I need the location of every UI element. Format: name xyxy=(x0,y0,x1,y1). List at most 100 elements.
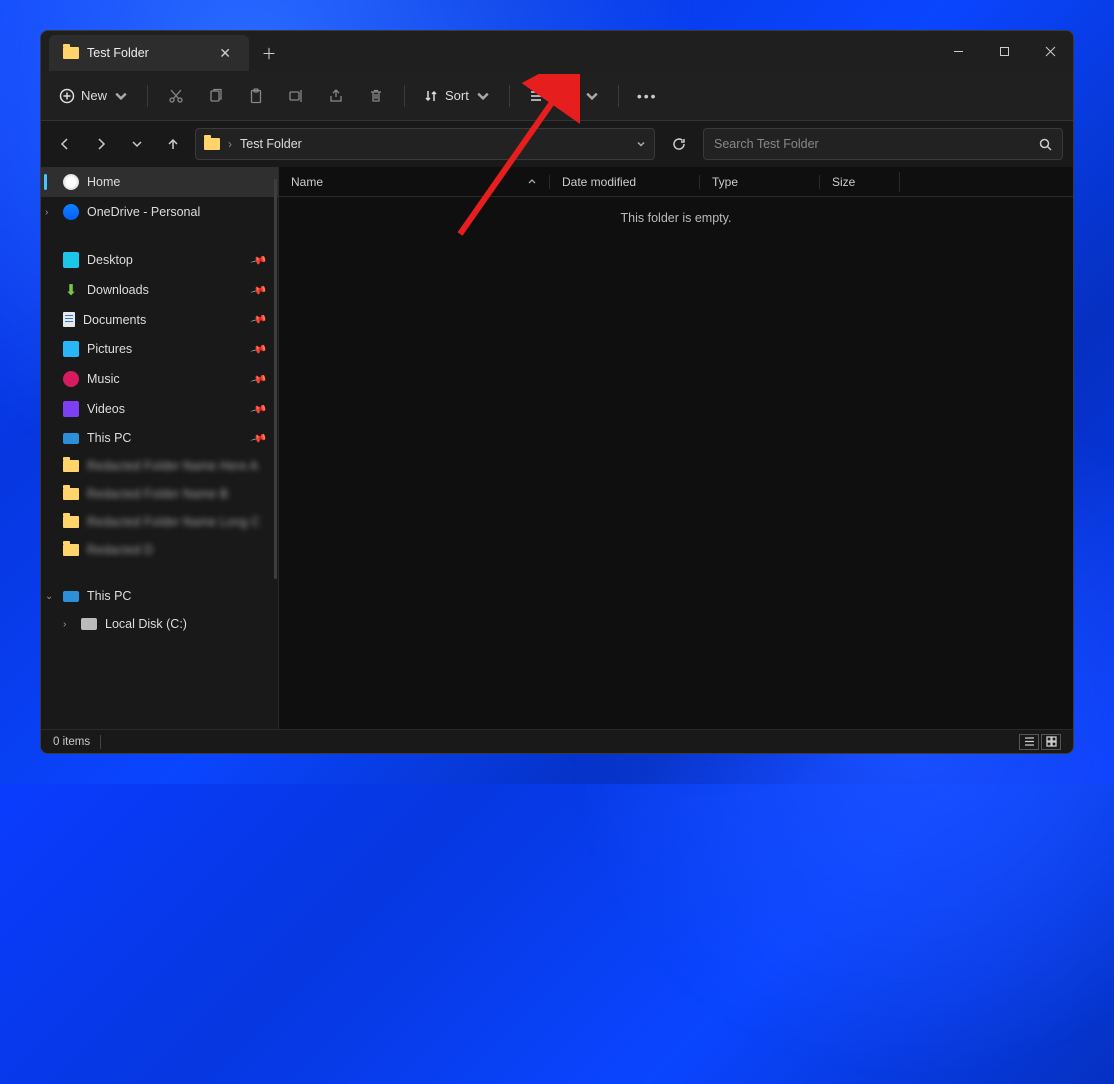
pin-icon[interactable]: 📌 xyxy=(250,370,268,388)
scrollbar[interactable] xyxy=(274,179,277,579)
new-button[interactable]: New xyxy=(51,82,137,110)
close-window-button[interactable] xyxy=(1027,31,1073,71)
music-icon xyxy=(63,371,79,387)
copy-icon xyxy=(208,88,224,104)
sidebar-label: This PC xyxy=(87,431,131,445)
chevron-right-icon[interactable]: › xyxy=(45,207,48,218)
sidebar-item-folder[interactable]: Redacted Folder Name Long C xyxy=(41,508,278,536)
pc-icon xyxy=(63,433,79,444)
nav-up-button[interactable] xyxy=(159,130,187,158)
breadcrumb-separator: › xyxy=(228,137,232,151)
nav-back-button[interactable] xyxy=(51,130,79,158)
sidebar-label: Downloads xyxy=(87,283,149,297)
nav-recent-button[interactable] xyxy=(123,130,151,158)
sort-label: Sort xyxy=(445,88,469,103)
chevron-down-icon[interactable] xyxy=(636,139,646,149)
minimize-button[interactable] xyxy=(935,31,981,71)
sort-icon xyxy=(423,88,439,104)
pin-icon[interactable]: 📌 xyxy=(250,310,268,328)
tab-title: Test Folder xyxy=(87,46,207,60)
sidebar-item-localdisk[interactable]: › Local Disk (C:) xyxy=(41,610,278,638)
item-count: 0 items xyxy=(53,736,90,748)
download-icon: ⬇ xyxy=(63,282,79,298)
navigation-pane[interactable]: Home › OneDrive - Personal Desktop 📌 ⬇ Dow… xyxy=(41,167,279,729)
folder-icon xyxy=(63,516,79,528)
sidebar-item-folder[interactable]: Redacted Folder Name Here A xyxy=(41,452,278,480)
maximize-button[interactable] xyxy=(981,31,1027,71)
column-header-size[interactable]: Size xyxy=(819,175,899,189)
pc-icon xyxy=(63,591,79,602)
sidebar-item-folder[interactable]: Redacted Folder Name B xyxy=(41,480,278,508)
sidebar-item-videos[interactable]: Videos📌 xyxy=(41,394,278,424)
pin-icon[interactable]: 📌 xyxy=(250,251,268,269)
status-bar: 0 items xyxy=(41,729,1073,753)
folder-icon xyxy=(63,460,79,472)
sidebar-item-music[interactable]: Music 📌 xyxy=(41,364,278,394)
chevron-down-icon[interactable]: ⌄ xyxy=(45,591,53,602)
more-button[interactable]: ••• xyxy=(629,82,666,110)
delete-button[interactable] xyxy=(358,82,394,110)
sidebar-label: Redacted Folder Name Here A xyxy=(87,459,258,473)
empty-folder-message: This folder is empty. xyxy=(279,197,1073,239)
sidebar-label: Pictures xyxy=(87,342,132,356)
sidebar-item-thispc[interactable]: This PC 📌 xyxy=(41,424,278,452)
rename-icon xyxy=(288,88,304,104)
column-header-type[interactable]: Type xyxy=(699,175,819,189)
cut-button[interactable] xyxy=(158,82,194,110)
main-area: Home › OneDrive - Personal Desktop 📌 ⬇ Dow… xyxy=(41,167,1073,729)
sidebar-item-onedrive[interactable]: › OneDrive - Personal xyxy=(41,197,278,227)
pictures-icon xyxy=(63,341,79,357)
details-view-button[interactable] xyxy=(1019,734,1039,750)
search-box[interactable] xyxy=(703,128,1063,160)
column-header-name[interactable]: Name xyxy=(279,175,549,189)
sidebar-item-home[interactable]: Home xyxy=(41,167,278,197)
copy-button[interactable] xyxy=(198,82,234,110)
nav-forward-button[interactable] xyxy=(87,130,115,158)
sidebar-label: Redacted D xyxy=(87,543,153,557)
sidebar-item-documents[interactable]: Documents 📌 xyxy=(41,305,278,334)
new-tab-button[interactable]: ＋ xyxy=(249,35,289,71)
search-input[interactable] xyxy=(714,137,1039,151)
chevron-down-icon xyxy=(113,88,129,104)
column-headers: Name Date modified Type Size xyxy=(279,167,1073,197)
title-bar: Test Folder ✕ ＋ xyxy=(41,31,1073,71)
breadcrumb-current[interactable]: Test Folder xyxy=(240,137,302,151)
rename-button[interactable] xyxy=(278,82,314,110)
pin-icon[interactable]: 📌 xyxy=(250,340,268,358)
sidebar-item-folder[interactable]: Redacted D xyxy=(41,536,278,564)
sidebar-label: Local Disk (C:) xyxy=(105,617,187,631)
list-icon xyxy=(528,88,544,104)
folder-icon xyxy=(63,544,79,556)
column-header-date[interactable]: Date modified xyxy=(549,175,699,189)
paste-button[interactable] xyxy=(238,82,274,110)
sidebar-label: Desktop xyxy=(87,253,133,267)
sidebar-item-desktop[interactable]: Desktop 📌 xyxy=(41,245,278,275)
sidebar-label: Documents xyxy=(83,313,146,327)
pin-icon[interactable]: 📌 xyxy=(250,400,268,418)
refresh-button[interactable] xyxy=(665,130,693,158)
close-tab-button[interactable]: ✕ xyxy=(215,45,235,62)
scissors-icon xyxy=(168,88,184,104)
sidebar-label: Home xyxy=(87,175,120,189)
chevron-right-icon[interactable]: › xyxy=(63,619,66,630)
view-button[interactable]: View xyxy=(520,82,608,110)
thumbnails-view-button[interactable] xyxy=(1041,734,1061,750)
share-icon xyxy=(328,88,344,104)
sort-button[interactable]: Sort xyxy=(415,82,499,110)
share-button[interactable] xyxy=(318,82,354,110)
home-icon xyxy=(63,174,79,190)
pin-icon[interactable]: 📌 xyxy=(250,281,268,299)
active-tab[interactable]: Test Folder ✕ xyxy=(49,35,249,71)
search-icon xyxy=(1039,138,1052,151)
sidebar-label: This PC xyxy=(87,589,131,603)
sidebar-item-downloads[interactable]: ⬇ Downloads 📌 xyxy=(41,275,278,305)
sidebar-item-thispc-tree[interactable]: ⌄ This PC xyxy=(41,582,278,610)
address-bar[interactable]: › Test Folder xyxy=(195,128,655,160)
view-label: View xyxy=(550,88,578,103)
pin-icon[interactable]: 📌 xyxy=(250,429,268,447)
chevron-down-icon xyxy=(475,88,491,104)
sort-asc-icon xyxy=(527,177,537,187)
document-icon xyxy=(63,312,75,327)
sidebar-item-pictures[interactable]: Pictures 📌 xyxy=(41,334,278,364)
sidebar-label: Music xyxy=(87,372,120,386)
